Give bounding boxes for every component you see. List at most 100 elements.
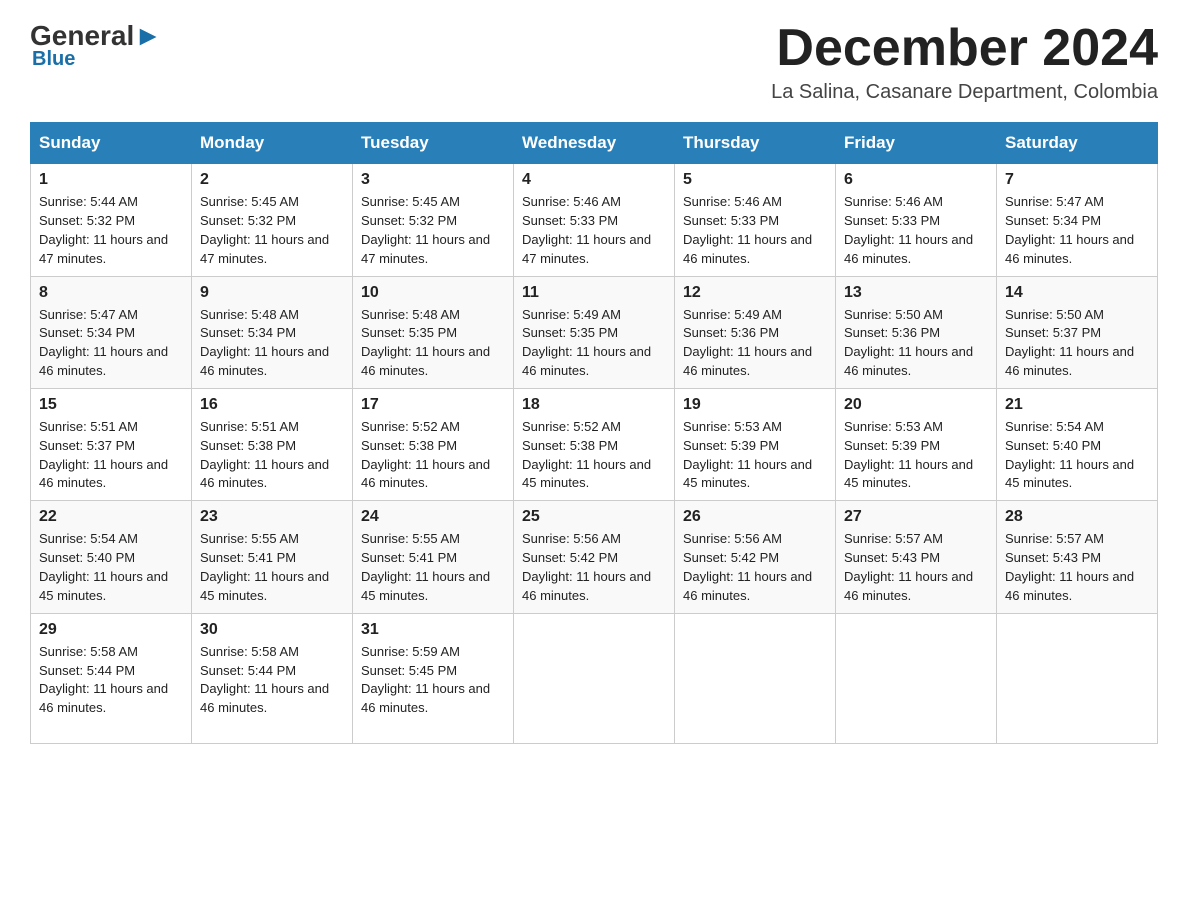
table-row: 22 Sunrise: 5:54 AMSunset: 5:40 PMDaylig… [31, 501, 192, 613]
table-row: 21 Sunrise: 5:54 AMSunset: 5:40 PMDaylig… [997, 388, 1158, 500]
day-number: 10 [361, 284, 505, 302]
day-info: Sunrise: 5:45 AMSunset: 5:32 PMDaylight:… [200, 194, 329, 266]
day-info: Sunrise: 5:49 AMSunset: 5:35 PMDaylight:… [522, 307, 651, 379]
table-row: 2 Sunrise: 5:45 AMSunset: 5:32 PMDayligh… [192, 164, 353, 276]
table-row: 6 Sunrise: 5:46 AMSunset: 5:33 PMDayligh… [836, 164, 997, 276]
table-row: 8 Sunrise: 5:47 AMSunset: 5:34 PMDayligh… [31, 276, 192, 388]
table-row: 27 Sunrise: 5:57 AMSunset: 5:43 PMDaylig… [836, 501, 997, 613]
day-number: 28 [1005, 508, 1149, 526]
day-number: 12 [683, 284, 827, 302]
day-info: Sunrise: 5:50 AMSunset: 5:37 PMDaylight:… [1005, 307, 1134, 379]
day-number: 14 [1005, 284, 1149, 302]
table-row: 9 Sunrise: 5:48 AMSunset: 5:34 PMDayligh… [192, 276, 353, 388]
day-info: Sunrise: 5:46 AMSunset: 5:33 PMDaylight:… [522, 194, 651, 266]
table-row: 5 Sunrise: 5:46 AMSunset: 5:33 PMDayligh… [675, 164, 836, 276]
table-row: 19 Sunrise: 5:53 AMSunset: 5:39 PMDaylig… [675, 388, 836, 500]
day-info: Sunrise: 5:51 AMSunset: 5:37 PMDaylight:… [39, 419, 168, 491]
day-info: Sunrise: 5:52 AMSunset: 5:38 PMDaylight:… [361, 419, 490, 491]
day-info: Sunrise: 5:45 AMSunset: 5:32 PMDaylight:… [361, 194, 490, 266]
day-number: 18 [522, 396, 666, 414]
table-row: 31 Sunrise: 5:59 AMSunset: 5:45 PMDaylig… [353, 613, 514, 743]
table-row: 20 Sunrise: 5:53 AMSunset: 5:39 PMDaylig… [836, 388, 997, 500]
table-row: 4 Sunrise: 5:46 AMSunset: 5:33 PMDayligh… [514, 164, 675, 276]
day-number: 29 [39, 621, 183, 639]
day-info: Sunrise: 5:49 AMSunset: 5:36 PMDaylight:… [683, 307, 812, 379]
day-number: 3 [361, 171, 505, 189]
table-row [836, 613, 997, 743]
table-row: 23 Sunrise: 5:55 AMSunset: 5:41 PMDaylig… [192, 501, 353, 613]
month-title: December 2024 [771, 20, 1158, 77]
day-number: 26 [683, 508, 827, 526]
day-info: Sunrise: 5:58 AMSunset: 5:44 PMDaylight:… [39, 644, 168, 716]
day-number: 22 [39, 508, 183, 526]
day-info: Sunrise: 5:47 AMSunset: 5:34 PMDaylight:… [39, 307, 168, 379]
day-number: 24 [361, 508, 505, 526]
col-header-tuesday: Tuesday [353, 123, 514, 164]
calendar-table: Sunday Monday Tuesday Wednesday Thursday… [30, 122, 1158, 744]
day-number: 27 [844, 508, 988, 526]
day-info: Sunrise: 5:54 AMSunset: 5:40 PMDaylight:… [39, 531, 168, 603]
day-info: Sunrise: 5:46 AMSunset: 5:33 PMDaylight:… [844, 194, 973, 266]
table-row: 1 Sunrise: 5:44 AMSunset: 5:32 PMDayligh… [31, 164, 192, 276]
table-row: 15 Sunrise: 5:51 AMSunset: 5:37 PMDaylig… [31, 388, 192, 500]
day-number: 30 [200, 621, 344, 639]
day-number: 31 [361, 621, 505, 639]
day-number: 7 [1005, 171, 1149, 189]
day-info: Sunrise: 5:59 AMSunset: 5:45 PMDaylight:… [361, 644, 490, 716]
day-info: Sunrise: 5:51 AMSunset: 5:38 PMDaylight:… [200, 419, 329, 491]
day-info: Sunrise: 5:48 AMSunset: 5:34 PMDaylight:… [200, 307, 329, 379]
page-header: General ► Blue December 2024 La Salina, … [30, 20, 1158, 104]
day-number: 25 [522, 508, 666, 526]
table-row: 30 Sunrise: 5:58 AMSunset: 5:44 PMDaylig… [192, 613, 353, 743]
day-info: Sunrise: 5:50 AMSunset: 5:36 PMDaylight:… [844, 307, 973, 379]
table-row: 18 Sunrise: 5:52 AMSunset: 5:38 PMDaylig… [514, 388, 675, 500]
day-info: Sunrise: 5:57 AMSunset: 5:43 PMDaylight:… [1005, 531, 1134, 603]
location-title: La Salina, Casanare Department, Colombia [771, 81, 1158, 104]
col-header-sunday: Sunday [31, 123, 192, 164]
col-header-saturday: Saturday [997, 123, 1158, 164]
day-info: Sunrise: 5:53 AMSunset: 5:39 PMDaylight:… [683, 419, 812, 491]
day-info: Sunrise: 5:58 AMSunset: 5:44 PMDaylight:… [200, 644, 329, 716]
day-number: 17 [361, 396, 505, 414]
col-header-friday: Friday [836, 123, 997, 164]
table-row [997, 613, 1158, 743]
day-info: Sunrise: 5:55 AMSunset: 5:41 PMDaylight:… [361, 531, 490, 603]
day-number: 21 [1005, 396, 1149, 414]
day-number: 8 [39, 284, 183, 302]
day-info: Sunrise: 5:52 AMSunset: 5:38 PMDaylight:… [522, 419, 651, 491]
day-number: 6 [844, 171, 988, 189]
logo: General ► Blue [30, 20, 162, 71]
day-info: Sunrise: 5:54 AMSunset: 5:40 PMDaylight:… [1005, 419, 1134, 491]
table-row: 24 Sunrise: 5:55 AMSunset: 5:41 PMDaylig… [353, 501, 514, 613]
day-number: 13 [844, 284, 988, 302]
table-row: 7 Sunrise: 5:47 AMSunset: 5:34 PMDayligh… [997, 164, 1158, 276]
day-info: Sunrise: 5:47 AMSunset: 5:34 PMDaylight:… [1005, 194, 1134, 266]
calendar-header-row: Sunday Monday Tuesday Wednesday Thursday… [31, 123, 1158, 164]
table-row: 14 Sunrise: 5:50 AMSunset: 5:37 PMDaylig… [997, 276, 1158, 388]
col-header-monday: Monday [192, 123, 353, 164]
day-info: Sunrise: 5:48 AMSunset: 5:35 PMDaylight:… [361, 307, 490, 379]
day-info: Sunrise: 5:46 AMSunset: 5:33 PMDaylight:… [683, 194, 812, 266]
table-row: 13 Sunrise: 5:50 AMSunset: 5:36 PMDaylig… [836, 276, 997, 388]
day-number: 19 [683, 396, 827, 414]
table-row [675, 613, 836, 743]
day-number: 15 [39, 396, 183, 414]
table-row: 11 Sunrise: 5:49 AMSunset: 5:35 PMDaylig… [514, 276, 675, 388]
day-info: Sunrise: 5:56 AMSunset: 5:42 PMDaylight:… [683, 531, 812, 603]
logo-blue-text: ► [134, 20, 162, 52]
table-row: 10 Sunrise: 5:48 AMSunset: 5:35 PMDaylig… [353, 276, 514, 388]
day-number: 4 [522, 171, 666, 189]
day-number: 2 [200, 171, 344, 189]
table-row: 25 Sunrise: 5:56 AMSunset: 5:42 PMDaylig… [514, 501, 675, 613]
col-header-wednesday: Wednesday [514, 123, 675, 164]
day-number: 11 [522, 284, 666, 302]
day-number: 9 [200, 284, 344, 302]
day-info: Sunrise: 5:57 AMSunset: 5:43 PMDaylight:… [844, 531, 973, 603]
day-info: Sunrise: 5:44 AMSunset: 5:32 PMDaylight:… [39, 194, 168, 266]
table-row: 16 Sunrise: 5:51 AMSunset: 5:38 PMDaylig… [192, 388, 353, 500]
table-row: 26 Sunrise: 5:56 AMSunset: 5:42 PMDaylig… [675, 501, 836, 613]
col-header-thursday: Thursday [675, 123, 836, 164]
day-number: 23 [200, 508, 344, 526]
day-info: Sunrise: 5:53 AMSunset: 5:39 PMDaylight:… [844, 419, 973, 491]
title-section: December 2024 La Salina, Casanare Depart… [771, 20, 1158, 104]
